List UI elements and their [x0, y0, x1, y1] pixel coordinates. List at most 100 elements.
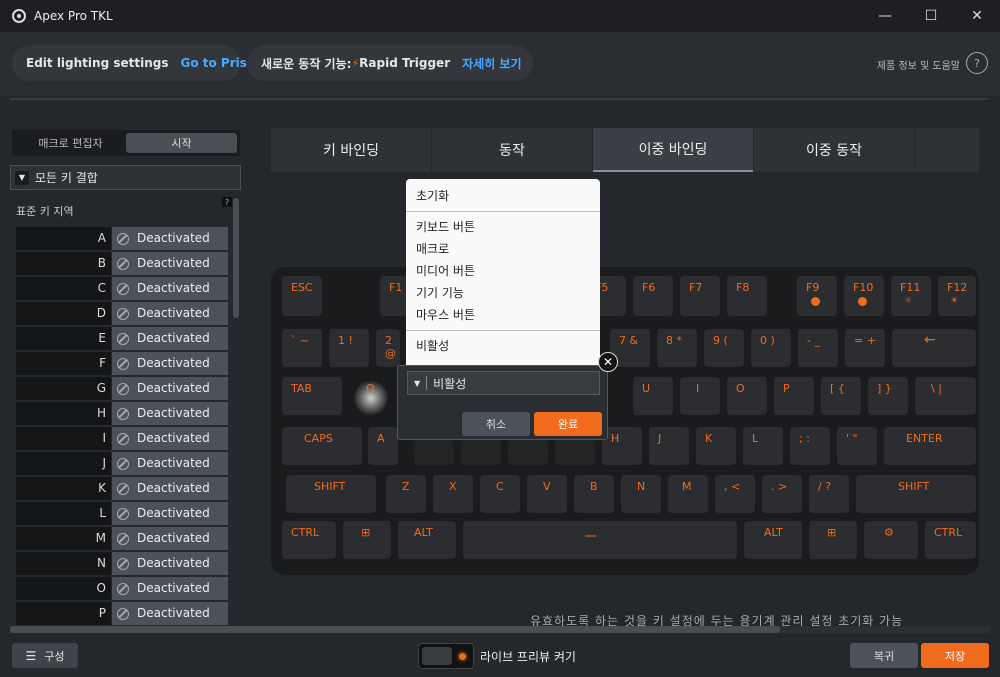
binding-select[interactable]: ▼ 비활성 — [407, 371, 600, 395]
key-lbracket[interactable]: [ { — [821, 377, 861, 415]
key-h[interactable]: H — [602, 427, 642, 465]
key-n[interactable]: N — [621, 475, 661, 513]
cancel-button[interactable]: 취소 — [462, 412, 530, 436]
help-icon[interactable]: ? — [966, 52, 988, 74]
key-comma[interactable]: , < — [715, 475, 755, 513]
revert-button[interactable]: 복귀 — [850, 643, 918, 668]
sidebar-scrollbar[interactable] — [233, 198, 239, 318]
key-caps[interactable]: CAPS — [282, 427, 362, 465]
key-f7[interactable]: F7 — [680, 276, 720, 316]
list-item[interactable]: M Deactivated — [16, 527, 228, 552]
menu-item-macro[interactable]: 매크로 — [406, 238, 600, 260]
key-tab[interactable]: TAB — [282, 377, 342, 415]
key-rctrl[interactable]: CTRL — [925, 521, 976, 559]
key-1[interactable]: 1 ! — [329, 329, 369, 367]
key-rbracket[interactable]: ] } — [868, 377, 908, 415]
key-f6[interactable]: F6 — [633, 276, 673, 316]
key-semicolon[interactable]: ; : — [790, 427, 830, 465]
key-i[interactable]: I — [680, 377, 720, 415]
list-item[interactable]: D Deactivated — [16, 302, 228, 327]
key-grave[interactable]: ` ~ — [282, 329, 322, 367]
key-z[interactable]: Z — [386, 475, 426, 513]
key-enter[interactable]: ENTER — [884, 427, 976, 465]
key-g[interactable] — [555, 440, 595, 465]
key-l[interactable]: L — [743, 427, 783, 465]
windows-icon[interactable]: ⊞ — [809, 521, 857, 559]
more-info-link[interactable]: 자세히 보기 — [462, 55, 521, 72]
key-p[interactable]: P — [774, 377, 814, 415]
minimize-icon[interactable]: — — [862, 0, 908, 32]
key-minus[interactable]: - _ — [798, 329, 838, 367]
key-backspace[interactable]: ← — [892, 329, 976, 367]
close-icon[interactable]: ✕ — [598, 352, 618, 372]
menu-item-mouse-button[interactable]: 마우스 버튼 — [406, 304, 600, 326]
key-rshift[interactable]: SHIFT — [856, 475, 976, 513]
key-9[interactable]: 9 ( — [704, 329, 744, 367]
tab-meta[interactable]: 메타 — [915, 128, 979, 172]
list-item[interactable]: L Deactivated — [16, 502, 228, 527]
windows-icon[interactable]: ⊞ — [343, 521, 391, 559]
key-f9[interactable]: F9 — [797, 276, 837, 316]
list-item[interactable]: H Deactivated — [16, 402, 228, 427]
list-item[interactable]: A Deactivated — [16, 227, 228, 252]
tab-key-binding[interactable]: 키 바인딩 — [271, 128, 431, 172]
steelseries-fn-icon[interactable]: ⚙ — [864, 521, 918, 559]
key-s[interactable] — [414, 440, 454, 465]
key-o[interactable]: O — [727, 377, 767, 415]
key-b[interactable]: B — [574, 475, 614, 513]
key-m[interactable]: M — [668, 475, 708, 513]
key-space[interactable]: ⎯⎯ — [463, 521, 737, 559]
key-ralt[interactable]: ALT — [744, 521, 802, 559]
list-item[interactable]: C Deactivated — [16, 277, 228, 302]
key-f10[interactable]: F10 — [844, 276, 884, 316]
tab-action[interactable]: 동작 — [432, 128, 592, 172]
menu-item-deactivate[interactable]: 비활성 — [406, 335, 600, 357]
list-item[interactable]: N Deactivated — [16, 552, 228, 577]
key-d[interactable] — [461, 440, 501, 465]
key-j[interactable]: J — [649, 427, 689, 465]
key-a[interactable]: A — [368, 427, 398, 465]
key-lshift[interactable]: SHIFT — [286, 475, 376, 513]
question-icon[interactable]: ? — [222, 197, 232, 207]
key-q[interactable]: Q — [352, 377, 392, 415]
key-backslash[interactable]: \ | — [915, 377, 976, 415]
menu-item-keyboard-button[interactable]: 키보드 버튼 — [406, 216, 600, 238]
tab-dual-action[interactable]: 이중 동작 — [754, 128, 914, 172]
key-slash[interactable]: / ? — [809, 475, 849, 513]
key-k[interactable]: K — [696, 427, 736, 465]
key-combo-select[interactable]: ▼ 모든 키 결합 — [10, 165, 241, 190]
key-0[interactable]: 0 ) — [751, 329, 791, 367]
key-2[interactable]: 2 @ — [376, 329, 400, 367]
list-item[interactable]: E Deactivated — [16, 327, 228, 352]
key-quote[interactable]: ' " — [837, 427, 877, 465]
list-item[interactable]: K Deactivated — [16, 477, 228, 502]
key-c[interactable]: C — [480, 475, 520, 513]
list-item[interactable]: P Deactivated — [16, 602, 228, 627]
key-period[interactable]: . > — [762, 475, 802, 513]
save-button[interactable]: 저장 — [921, 643, 989, 668]
key-equal[interactable]: = + — [845, 329, 885, 367]
close-window-icon[interactable]: ✕ — [954, 0, 1000, 32]
key-x[interactable]: X — [433, 475, 473, 513]
tab-start[interactable]: 시작 — [126, 133, 237, 153]
key-u[interactable]: U — [633, 377, 673, 415]
list-item[interactable]: G Deactivated — [16, 377, 228, 402]
live-preview-toggle[interactable] — [418, 643, 474, 669]
key-8[interactable]: 8 * — [657, 329, 697, 367]
menu-item-reset[interactable]: 초기화 — [406, 185, 600, 207]
confirm-button[interactable]: 완료 — [534, 412, 602, 436]
key-f[interactable] — [508, 440, 548, 465]
menu-item-device-function[interactable]: 기기 기능 — [406, 282, 600, 304]
tab-macro-editor[interactable]: 매크로 편집자 — [15, 133, 126, 153]
config-button[interactable]: ☰ 구성 — [12, 643, 78, 668]
horizontal-scrollbar[interactable] — [10, 626, 780, 633]
key-v[interactable]: V — [527, 475, 567, 513]
list-item[interactable]: O Deactivated — [16, 577, 228, 602]
help-text[interactable]: 제품 정보 및 도움말 — [877, 57, 960, 72]
list-item[interactable]: F Deactivated — [16, 352, 228, 377]
list-item[interactable]: J Deactivated — [16, 452, 228, 477]
key-esc[interactable]: ESC — [282, 276, 322, 316]
key-lalt[interactable]: ALT — [398, 521, 456, 559]
menu-item-media-button[interactable]: 미디어 버튼 — [406, 260, 600, 282]
key-f8[interactable]: F8 — [727, 276, 767, 316]
